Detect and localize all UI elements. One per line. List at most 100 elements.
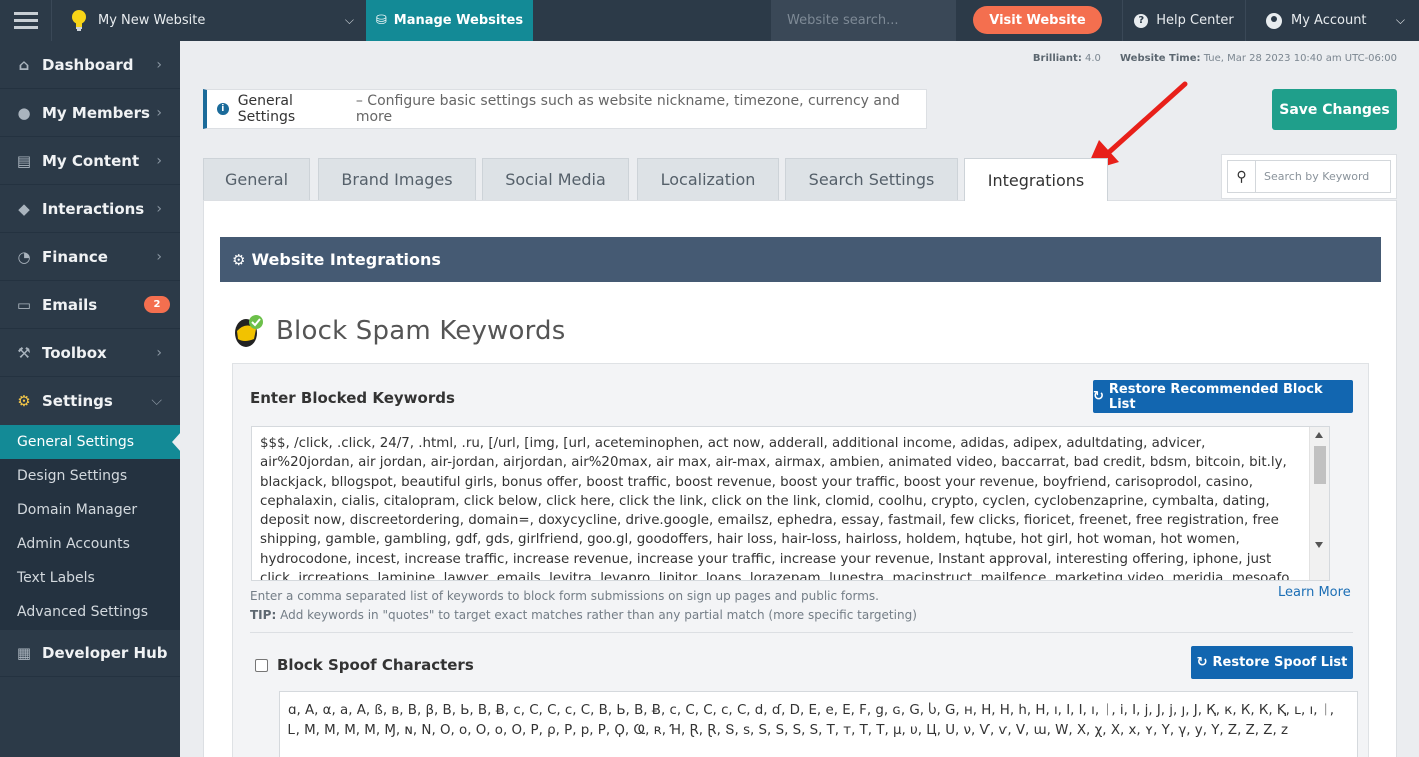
inbox-icon: ▭ xyxy=(16,295,32,314)
brilliant-version: 4.0 xyxy=(1085,53,1101,64)
keyword-search: ⚲ xyxy=(1221,154,1397,199)
spam-shield-logo-icon xyxy=(235,315,263,347)
sidebar-item-label: My Content xyxy=(42,151,140,170)
sidebar-item-my-content[interactable]: ▤ My Content › xyxy=(0,137,180,185)
restore-spoof-list-button[interactable]: ↻ Restore Spoof List xyxy=(1191,646,1353,679)
question-icon: ? xyxy=(1134,13,1149,28)
sidebar-subitem-admin-accounts[interactable]: Admin Accounts xyxy=(0,527,180,561)
tab-brand-images[interactable]: Brand Images xyxy=(318,158,476,200)
block-spoof-checkbox[interactable] xyxy=(255,658,268,672)
enter-keywords-label: Enter Blocked Keywords xyxy=(250,389,455,407)
block-spoof-toggle[interactable]: Block Spoof Characters xyxy=(255,656,474,674)
my-account-menu[interactable]: My Account ⌵ xyxy=(1252,0,1419,41)
sidebar-item-label: Toolbox xyxy=(42,343,107,362)
wrench-icon: ⚒ xyxy=(17,343,31,362)
page-description: – Configure basic settings such as websi… xyxy=(355,93,900,125)
users-icon: ● xyxy=(17,103,31,122)
chevron-right-icon: › xyxy=(156,248,162,265)
section-title: Website Integrations xyxy=(251,250,441,269)
chevron-down-icon: ⌵ xyxy=(344,13,354,27)
page-info-banner: i General Settings – Configure basic set… xyxy=(203,89,927,129)
my-account-label: My Account xyxy=(1291,13,1367,28)
sidebar-item-label: Settings xyxy=(42,392,113,410)
tip-text: Add keywords in "quotes" to target exact… xyxy=(280,608,917,622)
help-center-label: Help Center xyxy=(1156,13,1234,28)
tab-search-settings[interactable]: Search Settings xyxy=(785,158,958,200)
version-and-time: Brilliant: 4.0 Website Time: Tue, Mar 28… xyxy=(1010,53,1397,64)
sidebar-item-label: My Members xyxy=(42,103,150,122)
sidebar-item-toolbox[interactable]: ⚒ Toolbox › xyxy=(0,329,180,377)
lightbulb-icon xyxy=(72,9,86,31)
sidebar-item-developer-hub[interactable]: ▦ Developer Hub xyxy=(0,629,180,677)
sidebar-item-label: Emails xyxy=(42,295,98,314)
chevron-down-icon: ⌵ xyxy=(151,393,162,409)
emails-count-badge: 2 xyxy=(144,296,170,313)
integrations-panel: ⚙ Website Integrations Block Spam Keywor… xyxy=(203,200,1397,757)
grid-icon: ▦ xyxy=(16,644,32,662)
help-center-link[interactable]: ? Help Center xyxy=(1122,0,1246,41)
sidebar-subitem-domain-manager[interactable]: Domain Manager xyxy=(0,493,180,527)
restore-block-list-button[interactable]: ↻ Restore Recommended Block List xyxy=(1093,380,1353,413)
website-time-value: Tue, Mar 28 2023 10:40 am UTC-06:00 xyxy=(1203,53,1397,64)
sidebar-item-label: Finance xyxy=(42,247,108,266)
textarea-scrollbar[interactable] xyxy=(1309,427,1329,580)
sidebar-subitem-advanced-settings[interactable]: Advanced Settings xyxy=(0,595,180,629)
chevron-right-icon: › xyxy=(156,56,162,73)
block-spoof-label: Block Spoof Characters xyxy=(277,656,474,674)
chevron-right-icon: › xyxy=(156,200,162,217)
home-icon: ⌂ xyxy=(18,55,30,74)
page-title: General Settings xyxy=(237,93,296,125)
refresh-icon: ↻ xyxy=(1196,655,1208,670)
sidebar-subitem-design-settings[interactable]: Design Settings xyxy=(0,459,180,493)
blocked-keywords-textarea[interactable]: $$$, /click, .click, 24/7, .html, .ru, [… xyxy=(251,426,1330,581)
database-icon: ⛁ xyxy=(375,13,387,28)
tab-social-media[interactable]: Social Media xyxy=(482,158,629,200)
chevron-right-icon: › xyxy=(156,152,162,169)
blocked-keywords-text: $$$, /click, .click, 24/7, .html, .ru, [… xyxy=(260,436,1294,581)
restore-spoof-list-label: Restore Spoof List xyxy=(1212,655,1348,670)
tip-label: TIP: xyxy=(250,608,277,622)
learn-more-link[interactable]: Learn More xyxy=(1278,585,1351,600)
website-selector[interactable]: My New Website ⌵ xyxy=(52,0,366,41)
spoof-characters-text: ɑ, А, α, а, Α, ß, в, В, β, В, Ь, Β, Ƀ, с… xyxy=(288,703,1334,738)
scroll-thumb[interactable] xyxy=(1314,446,1326,484)
sidebar-item-label: Interactions xyxy=(42,199,145,218)
sidebar-item-finance[interactable]: ◔ Finance › xyxy=(0,233,180,281)
sidebar-subitem-text-labels[interactable]: Text Labels xyxy=(0,561,180,595)
blocked-keywords-card: Enter Blocked Keywords ↻ Restore Recomme… xyxy=(232,363,1369,757)
tab-integrations[interactable]: Integrations xyxy=(964,158,1108,201)
scroll-up-icon[interactable] xyxy=(1315,432,1323,438)
settings-submenu: General Settings Design Settings Domain … xyxy=(0,425,181,629)
sidebar-subitem-general-settings[interactable]: General Settings xyxy=(0,425,181,459)
scroll-down-icon[interactable] xyxy=(1315,542,1323,548)
spoof-characters-textarea[interactable]: ɑ, А, α, а, Α, ß, в, В, β, В, Ь, Β, Ƀ, с… xyxy=(279,691,1358,757)
website-name: My New Website xyxy=(98,13,206,28)
gear-icon: ⚙ xyxy=(17,392,31,410)
sidebar-item-dashboard[interactable]: ⌂ Dashboard › xyxy=(0,41,180,89)
sidebar-item-settings[interactable]: ⚙ Settings ⌵ xyxy=(0,377,180,425)
tab-localization[interactable]: Localization xyxy=(637,158,779,200)
tab-general[interactable]: General xyxy=(203,158,310,200)
block-spam-title: Block Spam Keywords xyxy=(232,313,566,349)
sidebar-item-emails[interactable]: ▭ Emails 2 xyxy=(0,281,180,329)
search-icon: ⚲ xyxy=(1228,161,1256,192)
manage-websites-button[interactable]: ⛁ Manage Websites xyxy=(366,0,533,41)
sidebar-item-label: Dashboard xyxy=(42,55,134,74)
sidebar-item-interactions[interactable]: ◆ Interactions › xyxy=(0,185,180,233)
keywords-tip: TIP: Add keywords in "quotes" to target … xyxy=(250,608,917,622)
brilliant-label: Brilliant: xyxy=(1032,53,1082,64)
restore-block-list-label: Restore Recommended Block List xyxy=(1108,381,1323,412)
keywords-help-text: Enter a comma separated list of keywords… xyxy=(250,589,879,603)
sidebar-item-my-members[interactable]: ● My Members › xyxy=(0,89,180,137)
website-search-input[interactable] xyxy=(787,13,947,28)
visit-website-button[interactable]: Visit Website xyxy=(973,6,1102,34)
folder-icon: ▤ xyxy=(16,151,32,170)
hamburger-menu-icon[interactable] xyxy=(0,0,52,41)
user-icon xyxy=(1266,12,1282,29)
keyword-search-input[interactable] xyxy=(1256,170,1386,183)
save-changes-button[interactable]: Save Changes xyxy=(1272,89,1397,130)
chevron-right-icon: › xyxy=(156,104,162,121)
refresh-icon: ↻ xyxy=(1093,389,1104,404)
block-spam-heading: Block Spam Keywords xyxy=(276,316,566,346)
chevron-right-icon: › xyxy=(156,344,162,361)
